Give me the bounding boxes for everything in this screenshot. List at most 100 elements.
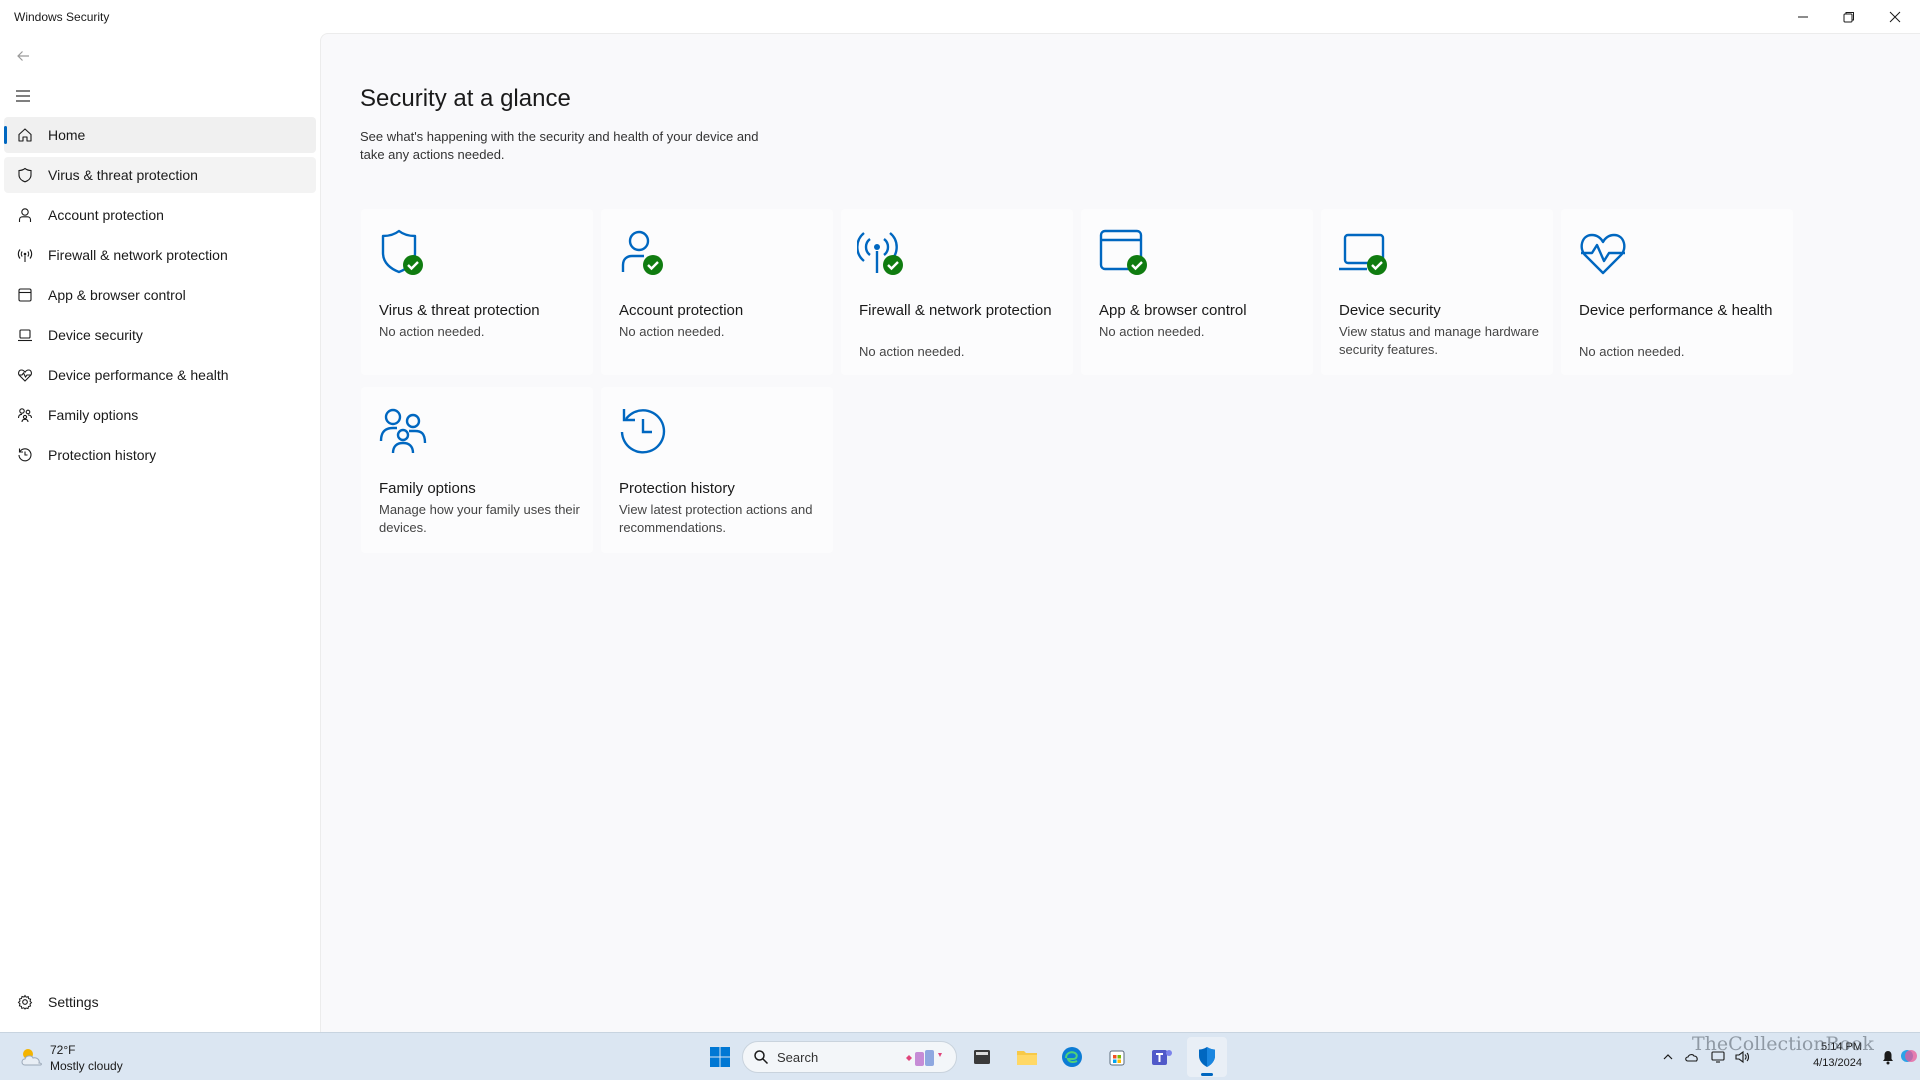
sidebar-item-virus-threat-protection[interactable]: Virus & threat protection (4, 157, 316, 193)
app-window-icon (16, 286, 34, 304)
sidebar-item-label: Protection history (48, 447, 157, 463)
store-button[interactable] (1097, 1037, 1137, 1077)
search-highlight-icon (906, 1050, 942, 1066)
weather-widget[interactable]: 72°F Mostly cloudy (14, 1039, 134, 1075)
teams-button[interactable] (1142, 1037, 1182, 1077)
tile-app-browser-control[interactable]: App & browser control No action needed. (1081, 209, 1313, 375)
window-title: Windows Security (14, 10, 110, 24)
task-view-button[interactable] (962, 1037, 1002, 1077)
tile-virus-threat-protection[interactable]: Virus & threat protection No action need… (361, 209, 593, 375)
home-icon (16, 126, 34, 144)
tile-firewall-network-protection[interactable]: Firewall & network protection No action … (841, 209, 1073, 375)
hamburger-icon (16, 90, 30, 102)
tile-device-security[interactable]: Device security View status and manage h… (1321, 209, 1553, 375)
gear-icon (16, 993, 34, 1011)
page-title: Security at a glance (360, 85, 571, 112)
shield-check-icon (381, 229, 423, 275)
heart-pulse-icon (1580, 233, 1626, 275)
back-arrow-icon (17, 51, 29, 61)
running-indicator (1201, 1073, 1213, 1076)
file-explorer-button[interactable] (1007, 1037, 1047, 1077)
family-icon (16, 406, 34, 424)
tile-device-performance-health[interactable]: Device performance & health No action ne… (1561, 209, 1793, 375)
store-icon (1109, 1050, 1125, 1066)
history-icon (620, 409, 666, 454)
tile-status: No action needed. (1099, 324, 1205, 339)
sidebar-item-family-options[interactable]: Family options (4, 397, 316, 433)
sidebar: Home Virus & threat protection Account p… (0, 33, 320, 1032)
windows-security-button[interactable] (1187, 1037, 1227, 1077)
tile-family-options[interactable]: Family options Manage how your family us… (361, 387, 593, 553)
edge-browser-button[interactable] (1052, 1037, 1092, 1077)
taskbar-search[interactable]: Search (742, 1041, 957, 1073)
tile-title: Device performance & health (1579, 302, 1773, 319)
title-bar: Windows Security (0, 0, 1920, 33)
sidebar-item-app-browser-control[interactable]: App & browser control (4, 277, 316, 313)
sidebar-item-label: App & browser control (48, 287, 186, 303)
tile-status: No action needed. (1579, 344, 1685, 359)
laptop-check-icon (1339, 233, 1387, 275)
tile-title: Account protection (619, 302, 744, 319)
tile-title: Device security (1339, 302, 1441, 319)
tile-protection-history[interactable]: Protection history View latest protectio… (601, 387, 833, 553)
tile-status: No action needed. (619, 324, 725, 339)
tile-title: Virus & threat protection (379, 302, 540, 319)
search-label: Search (777, 1050, 819, 1065)
sidebar-item-label: Firewall & network protection (48, 247, 228, 263)
start-button[interactable] (700, 1037, 740, 1077)
sidebar-item-home[interactable]: Home (4, 117, 316, 153)
copilot-icon[interactable] (1900, 1047, 1918, 1065)
restore-button[interactable] (1826, 0, 1872, 33)
edge-browser-icon (1062, 1047, 1082, 1067)
antenna-icon (16, 246, 34, 264)
settings-label: Settings (48, 994, 99, 1010)
sidebar-item-label: Device performance & health (48, 367, 229, 383)
sidebar-item-label: Home (48, 127, 86, 143)
tile-title: Protection history (619, 480, 735, 497)
minimize-icon (1798, 16, 1808, 17)
tile-title: Family options (379, 480, 476, 497)
sidebar-item-settings[interactable]: Settings (4, 984, 316, 1020)
nav-list: Home Virus & threat protection Account p… (4, 117, 316, 477)
close-icon (1889, 11, 1901, 22)
tile-status: View status and manage hardware security… (1339, 324, 1539, 357)
search-icon (754, 1050, 769, 1065)
folder-icon (1017, 1051, 1037, 1065)
selection-indicator (4, 126, 7, 144)
heart-pulse-icon (16, 366, 34, 384)
tile-status: Manage how your family uses their device… (379, 502, 580, 535)
sidebar-item-account-protection[interactable]: Account protection (4, 197, 316, 233)
weather-description: Mostly cloudy (50, 1059, 123, 1073)
menu-button[interactable] (10, 85, 36, 107)
tile-status: View latest protection actions and recom… (619, 502, 813, 535)
weather-temperature: 72°F (50, 1043, 76, 1057)
tile-account-protection[interactable]: Account protection No action needed. (601, 209, 833, 375)
clock-date[interactable]: 4/13/2024 (1813, 1057, 1862, 1069)
tile-title: Firewall & network protection (859, 302, 1052, 319)
tile-status: No action needed. (859, 344, 965, 359)
sidebar-item-label: Device security (48, 327, 143, 343)
back-button[interactable] (10, 45, 36, 67)
windows-logo-icon (710, 1047, 730, 1067)
shield-icon (1199, 1047, 1215, 1067)
sidebar-item-device-performance-health[interactable]: Device performance & health (4, 357, 316, 393)
sidebar-item-label: Family options (48, 407, 139, 423)
taskbar: 72°F Mostly cloudy Search 5:14 PM 4/13/2… (0, 1032, 1920, 1080)
watermark: TheCollectionBook (1692, 1033, 1874, 1055)
history-icon (16, 446, 34, 464)
sidebar-item-protection-history[interactable]: Protection history (4, 437, 316, 473)
family-icon (379, 408, 427, 454)
minimize-button[interactable] (1780, 0, 1826, 33)
chevron-up-icon[interactable] (1660, 1049, 1676, 1065)
sidebar-item-device-security[interactable]: Device security (4, 317, 316, 353)
page-description: See what's happening with the security a… (360, 129, 759, 162)
restore-icon (1843, 11, 1854, 22)
close-button[interactable] (1872, 0, 1918, 33)
teams-icon (1152, 1050, 1172, 1065)
notification-bell-icon[interactable] (1880, 1049, 1896, 1065)
person-icon (16, 206, 34, 224)
person-check-icon (621, 230, 663, 275)
laptop-icon (16, 326, 34, 344)
app-window-check-icon (1099, 229, 1147, 275)
sidebar-item-firewall-network-protection[interactable]: Firewall & network protection (4, 237, 316, 273)
